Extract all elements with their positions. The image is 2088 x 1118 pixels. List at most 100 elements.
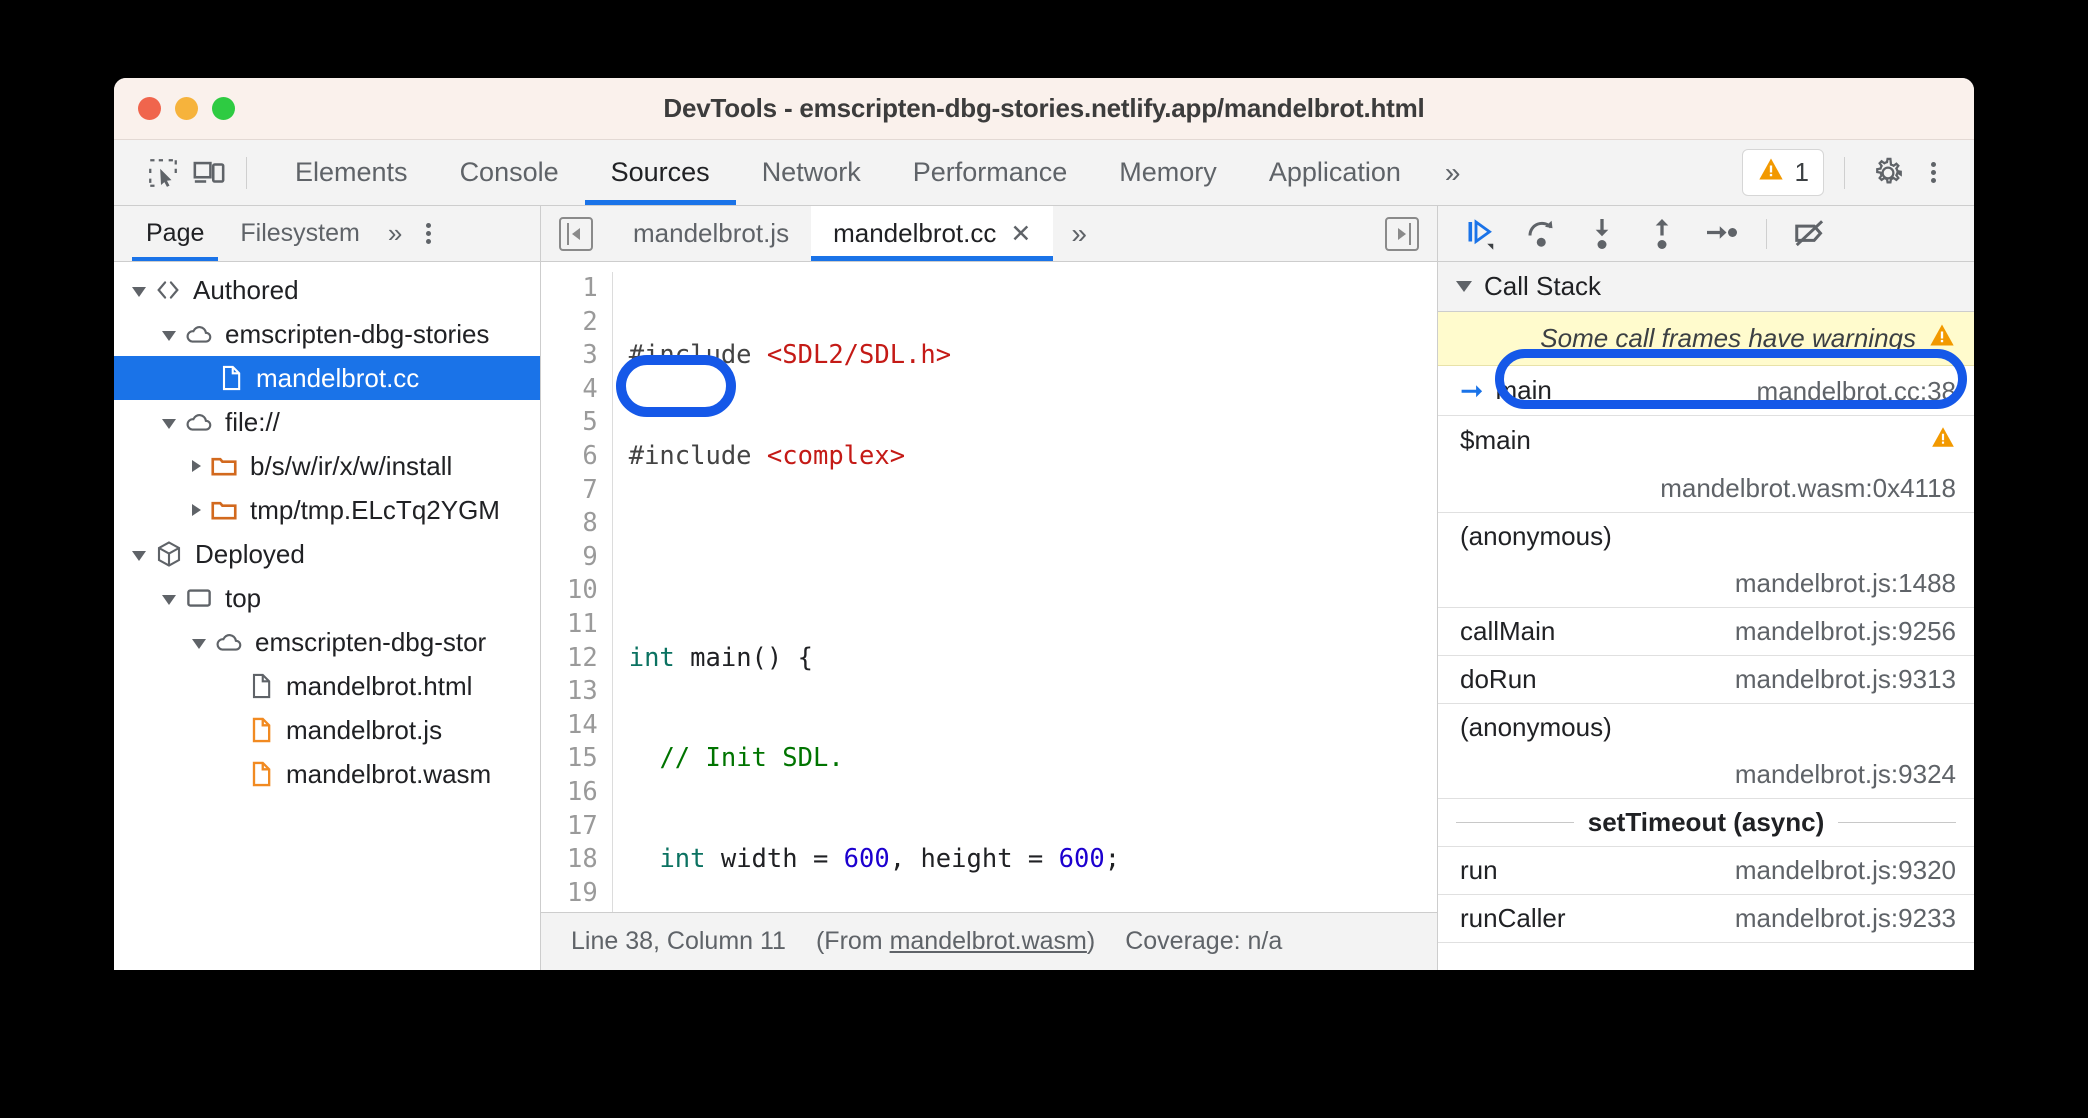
call-frame-runcaller-name: runCaller — [1460, 903, 1566, 933]
tree-item-mandelbrot-wasm[interactable]: mandelbrot.wasm — [114, 752, 540, 796]
navigator-more-chevron-icon[interactable]: » — [378, 218, 412, 249]
tree-item-install-folder-label: b/s/w/ir/x/w/install — [250, 450, 453, 481]
tab-memory[interactable]: Memory — [1093, 140, 1243, 205]
line-number[interactable]: 10 — [567, 574, 598, 608]
line-number[interactable]: 8 — [567, 507, 597, 541]
show-debugger-icon[interactable] — [1385, 216, 1419, 251]
tree-item-authored-label: Authored — [193, 274, 299, 305]
devtools-window: DevTools - emscripten-dbg-stories.netlif… — [114, 78, 1974, 970]
line-number[interactable]: 18 — [567, 843, 598, 877]
tab-sources[interactable]: Sources — [584, 140, 736, 205]
tree-item-mandelbrot-cc[interactable]: mandelbrot.cc — [114, 356, 540, 400]
tree-item-file-protocol[interactable]: file:// — [114, 400, 540, 444]
line-number[interactable]: 15 — [567, 742, 598, 776]
resume-script-execution-button[interactable] — [1456, 212, 1508, 256]
line-number[interactable]: 3 — [567, 339, 597, 373]
inspect-element-icon[interactable] — [140, 150, 186, 196]
tree-item-top-frame[interactable]: top — [114, 576, 540, 620]
call-frame-callmain[interactable]: callMain mandelbrot.js:9256 — [1438, 608, 1974, 656]
twisty-open-icon[interactable] — [162, 418, 176, 429]
line-number[interactable]: 5 — [567, 406, 597, 440]
line-number[interactable]: 4 — [567, 373, 597, 407]
twisty-open-icon[interactable] — [132, 550, 146, 561]
tree-item-deployed-label: Deployed — [195, 538, 305, 569]
panel-tabs: Elements Console Sources Network Perform… — [269, 140, 1478, 205]
source-origin-file-link[interactable]: mandelbrot.wasm — [890, 927, 1087, 955]
navigator-kebab-menu-icon[interactable] — [412, 220, 447, 247]
tab-console[interactable]: Console — [434, 140, 585, 205]
line-number[interactable]: 7 — [567, 474, 597, 508]
chevron-down-icon[interactable] — [1456, 281, 1472, 292]
call-frame-anonymous-1488[interactable]: (anonymous) mandelbrot.js:1488 — [1438, 513, 1974, 608]
tree-item-authored[interactable]: Authored — [114, 268, 540, 312]
toolbar-divider — [246, 156, 247, 189]
twisty-open-icon[interactable] — [192, 638, 206, 649]
call-frame-dollar-main[interactable]: $main mandelbrot.wasm:0x4118 — [1438, 416, 1974, 513]
tab-elements[interactable]: Elements — [269, 140, 434, 205]
more-editor-tabs-chevron-icon[interactable]: » — [1053, 218, 1105, 250]
tree-item-deployed[interactable]: Deployed — [114, 532, 540, 576]
call-stack-section-header[interactable]: Call Stack — [1438, 262, 1974, 312]
step-out-of-current-function-button[interactable] — [1636, 212, 1688, 256]
tree-item-emscripten-dbg-stor-deployed[interactable]: emscripten-dbg-stor — [114, 620, 540, 664]
step-button[interactable] — [1696, 212, 1748, 256]
call-frame-dorun[interactable]: doRun mandelbrot.js:9313 — [1438, 656, 1974, 704]
navigator-tab-filesystem[interactable]: Filesystem — [222, 206, 377, 261]
tab-elements-label: Elements — [295, 157, 408, 187]
call-frame-main-location: mandelbrot.cc:38 — [1756, 376, 1956, 406]
call-frame-run[interactable]: run mandelbrot.js:9320 — [1438, 847, 1974, 895]
twisty-open-icon[interactable] — [132, 286, 146, 297]
cloud-icon — [184, 319, 214, 349]
line-number[interactable]: 6 — [567, 440, 597, 474]
show-navigator-icon[interactable] — [559, 216, 593, 251]
tab-performance-label: Performance — [912, 157, 1068, 187]
tree-item-tmp-folder[interactable]: tmp/tmp.ELcTq2YGM — [114, 488, 540, 532]
line-number[interactable]: 9 — [567, 541, 597, 575]
deactivate-breakpoints-button[interactable] — [1785, 212, 1837, 256]
line-number[interactable]: 13 — [567, 675, 598, 709]
more-panels-chevron-icon[interactable]: » — [1427, 157, 1479, 189]
code-line: #include <complex> — [628, 440, 906, 471]
step-over-next-function-call-button[interactable] — [1516, 212, 1568, 256]
warning-count-chip[interactable]: 1 — [1741, 149, 1824, 196]
tree-item-mandelbrot-js[interactable]: mandelbrot.js — [114, 708, 540, 752]
tree-item-emscripten-dbg-stories[interactable]: emscripten-dbg-stories — [114, 312, 540, 356]
call-frame-main-name: main — [1495, 375, 1552, 405]
kebab-menu-icon[interactable] — [1917, 159, 1952, 186]
twisty-closed-icon[interactable] — [192, 460, 201, 472]
twisty-closed-icon[interactable] — [192, 504, 201, 516]
call-frame-anonymous-9324[interactable]: (anonymous) mandelbrot.js:9324 — [1438, 704, 1974, 799]
tab-console-label: Console — [459, 157, 559, 187]
close-icon[interactable]: ✕ — [1010, 219, 1031, 249]
warning-triangle-icon — [1928, 321, 1956, 356]
tab-application[interactable]: Application — [1243, 140, 1427, 205]
editor-tab-mandelbrot-cc[interactable]: mandelbrot.cc ✕ — [811, 206, 1054, 261]
twisty-open-icon[interactable] — [162, 330, 176, 341]
tab-network[interactable]: Network — [736, 140, 887, 205]
line-number[interactable]: 1 — [567, 272, 597, 306]
line-number[interactable]: 12 — [567, 642, 598, 676]
code-viewer[interactable]: 1 2 3 4 5 6 7 8 9 10 11 12 13 14 15 16 1… — [541, 262, 1437, 912]
call-frame-runcaller[interactable]: runCaller mandelbrot.js:9233 — [1438, 895, 1974, 943]
call-frame-main[interactable]: ➞ main mandelbrot.cc:38 — [1438, 366, 1974, 416]
tree-item-mandelbrot-cc-label: mandelbrot.cc — [256, 362, 420, 393]
call-frame-anonymous-9324-location: mandelbrot.js:9324 — [1734, 759, 1956, 789]
gear-icon[interactable] — [1865, 150, 1911, 196]
line-number[interactable]: 11 — [567, 608, 598, 642]
editor-tab-mandelbrot-js[interactable]: mandelbrot.js — [611, 206, 811, 261]
line-number-gutter[interactable]: 1 2 3 4 5 6 7 8 9 10 11 12 13 14 15 16 1… — [541, 272, 613, 912]
source-origin-prefix: (From — [815, 927, 890, 955]
line-number[interactable]: 2 — [567, 306, 597, 340]
line-number[interactable]: 17 — [567, 810, 598, 844]
step-into-next-function-call-button[interactable] — [1576, 212, 1628, 256]
line-number[interactable]: 14 — [567, 709, 598, 743]
twisty-open-icon[interactable] — [162, 594, 176, 605]
device-toolbar-icon[interactable] — [186, 150, 232, 196]
tree-item-mandelbrot-html[interactable]: mandelbrot.html — [114, 664, 540, 708]
tab-performance[interactable]: Performance — [887, 140, 1094, 205]
line-number[interactable]: 19 — [567, 877, 598, 911]
navigator-tab-page[interactable]: Page — [128, 206, 222, 261]
tree-item-install-folder[interactable]: b/s/w/ir/x/w/install — [114, 444, 540, 488]
debugger-toolbar-divider — [1766, 218, 1767, 249]
line-number[interactable]: 16 — [567, 776, 598, 810]
